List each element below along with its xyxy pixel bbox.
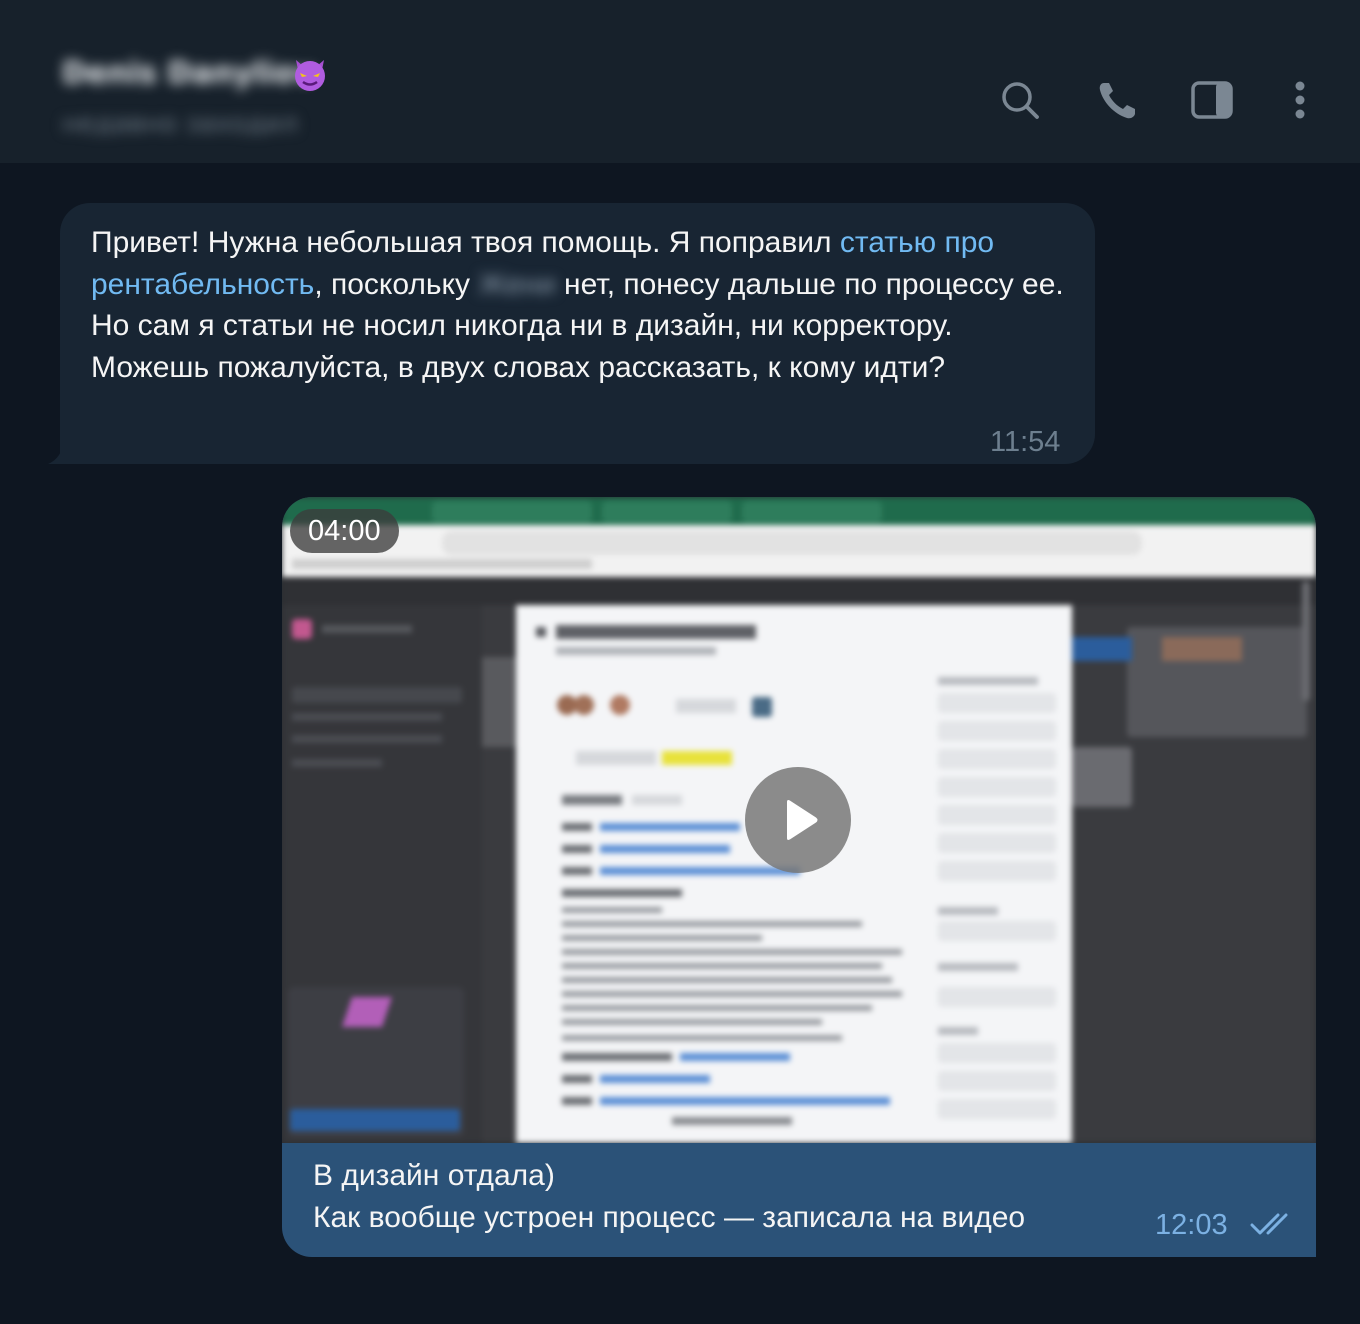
- contact-status: недавно заходил: [62, 109, 298, 139]
- incoming-message-time: 11:54: [990, 426, 1061, 458]
- video-duration-badge: 04:00: [290, 509, 399, 553]
- caption-line: В дизайн отдала): [313, 1159, 555, 1192]
- play-button[interactable]: [745, 767, 851, 873]
- chat-header: Denis Danyliov недавно заходил: [0, 0, 1360, 163]
- outgoing-message-bubble[interactable]: 04:00 В дизайн отдала) Как вообще устрое…: [282, 497, 1316, 1257]
- more-vertical-icon[interactable]: [1278, 78, 1322, 122]
- incoming-message-text: Привет! Нужна небольшая твоя помощь. Я п…: [91, 226, 1064, 384]
- caption-line: Как вообще устроен процесс — записала на…: [313, 1201, 1026, 1234]
- play-icon: [787, 800, 818, 840]
- sidebar-toggle-icon[interactable]: [1190, 78, 1234, 122]
- video-preview[interactable]: 04:00: [282, 497, 1316, 1143]
- contact-name[interactable]: Denis Danyliov: [62, 56, 314, 91]
- read-checkmarks-icon: [1250, 1213, 1288, 1235]
- phone-icon[interactable]: [1096, 78, 1140, 122]
- contact-info[interactable]: Denis Danyliov недавно заходил: [62, 56, 325, 139]
- search-icon[interactable]: [998, 78, 1042, 122]
- outgoing-message-time: 12:03: [1155, 1209, 1228, 1241]
- redacted-name: Жени: [478, 267, 556, 301]
- video-caption: В дизайн отдала) Как вообще устроен проц…: [313, 1155, 1173, 1239]
- devil-emoji-icon: [295, 60, 325, 91]
